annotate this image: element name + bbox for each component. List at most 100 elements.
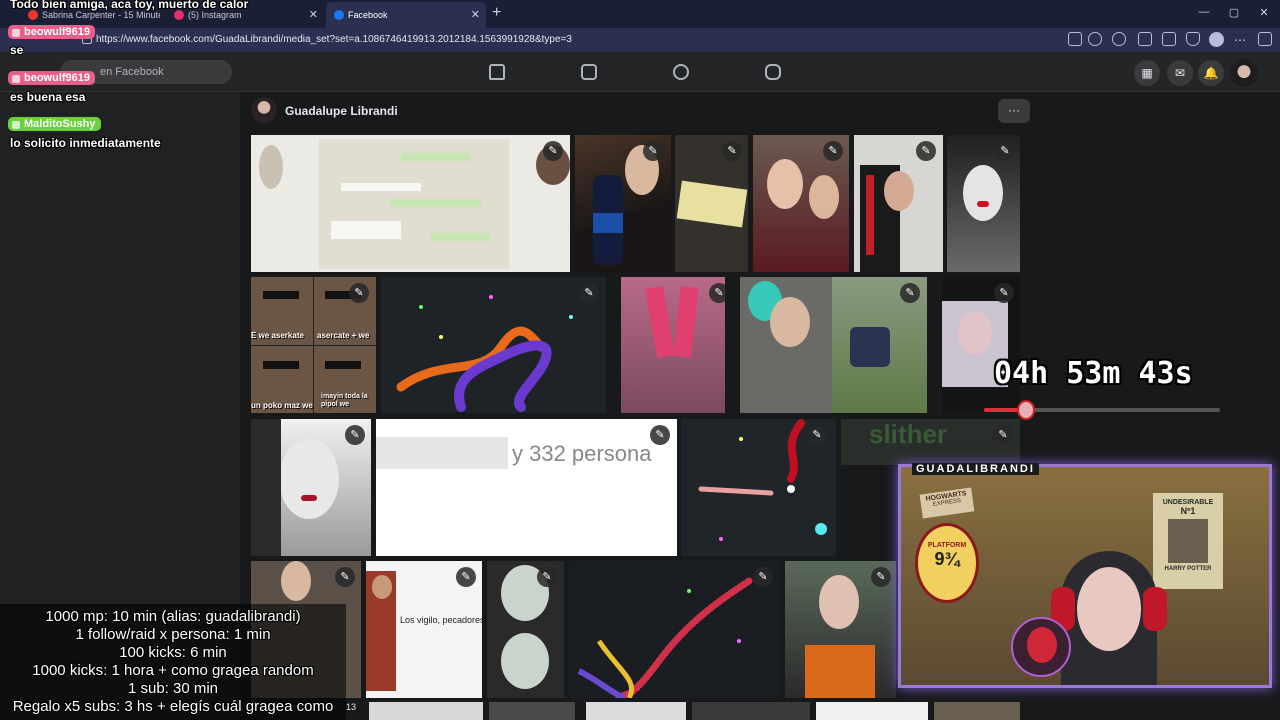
tab-favicon: [28, 10, 38, 20]
edit-photo-icon[interactable]: ✎: [722, 141, 742, 161]
photo-thumbnail[interactable]: [934, 702, 1020, 720]
photo-group[interactable]: ✎: [854, 135, 943, 272]
edit-photo-icon[interactable]: ✎: [537, 567, 557, 587]
edit-photo-icon[interactable]: ✎: [993, 425, 1013, 445]
notifications-button[interactable]: 🔔: [1198, 60, 1224, 86]
maximize-button[interactable]: ▢: [1224, 6, 1244, 19]
photo-thumbnail[interactable]: [586, 702, 686, 720]
edit-photo-icon[interactable]: ✎: [900, 283, 920, 303]
tab-favicon: [174, 10, 184, 20]
meme-caption: imayin toda la pipol we: [321, 393, 368, 408]
favorite-star-icon[interactable]: [1088, 32, 1102, 46]
photo-thumbnail[interactable]: [692, 702, 810, 720]
reader-icon[interactable]: [1068, 32, 1082, 46]
edit-photo-icon[interactable]: ✎: [994, 283, 1014, 303]
edit-photo-icon[interactable]: ✎: [753, 567, 773, 587]
photo-meme-sunglasses[interactable]: E we aserkate asercate + we un poko maz …: [251, 277, 376, 413]
edit-photo-icon[interactable]: ✎: [456, 567, 476, 587]
shield-icon[interactable]: [1186, 32, 1200, 46]
photo-slither-logo[interactable]: slither ✎: [841, 419, 1020, 465]
chat-username: beowulf9619: [8, 71, 96, 85]
messenger-button[interactable]: ✉: [1167, 60, 1193, 86]
photo-slither-game[interactable]: ✎: [381, 277, 606, 413]
edit-photo-icon[interactable]: ✎: [345, 425, 365, 445]
photo-jesus-meme[interactable]: Los vigilo, pecadores. ✎: [366, 561, 482, 698]
photo-portrait[interactable]: ✎: [942, 277, 1020, 413]
chat-username: beowulf9619: [8, 25, 96, 39]
poster-line: HARRY POTTER: [1164, 566, 1212, 572]
photo-ticket[interactable]: ✎: [675, 135, 748, 272]
photo-screenshot-text[interactable]: y 332 persona ✎: [376, 419, 677, 556]
platform-sign-number: 9¾: [934, 549, 960, 569]
platform-sign: PLATFORM 9¾: [915, 523, 979, 603]
edit-photo-icon[interactable]: ✎: [543, 141, 563, 161]
corner-number: 13: [346, 702, 357, 712]
chat-username: MalditoSushy: [8, 117, 101, 131]
account-avatar[interactable]: [1230, 59, 1258, 87]
more-options-button[interactable]: ···: [998, 99, 1030, 123]
photo-thumbnail[interactable]: [369, 702, 483, 720]
photo-feet-tiles[interactable]: ✎: [621, 277, 725, 413]
edit-photo-icon[interactable]: ✎: [916, 141, 936, 161]
chat-message: lo solicito inmediatamente: [10, 136, 161, 150]
meme-caption: Los vigilo, pecadores.: [400, 615, 482, 625]
photo-red-lips-bw[interactable]: ✎: [947, 135, 1020, 272]
close-window-button[interactable]: ✕: [1254, 6, 1274, 19]
edit-photo-icon[interactable]: ✎: [871, 567, 891, 587]
menu-grid-button[interactable]: ▦: [1134, 60, 1160, 86]
photo-slither-game-3[interactable]: ✎: [569, 561, 780, 698]
rule-line: 1000 mp: 10 min (alias: guadalibrandi): [45, 608, 301, 625]
photo-selfie-orange[interactable]: ✎: [785, 561, 896, 698]
edit-photo-icon[interactable]: ✎: [650, 425, 670, 445]
photo-thumbnail[interactable]: [489, 702, 575, 720]
photo-selfie-two-girls[interactable]: ✎: [753, 135, 849, 272]
facebook-favicon-icon: [334, 10, 344, 20]
photo-friends-park[interactable]: ✎: [740, 277, 927, 413]
new-tab-button[interactable]: +: [492, 4, 501, 22]
screenshot-text: y 332 persona: [512, 441, 652, 466]
edit-photo-icon[interactable]: ✎: [823, 141, 843, 161]
close-icon[interactable]: ✕: [309, 2, 318, 28]
poster-line: Nº1: [1180, 506, 1196, 516]
photo-pepsi-bottle[interactable]: ✎: [575, 135, 671, 272]
gaming-icon[interactable]: [765, 64, 781, 80]
url-field[interactable]: https://www.facebook.com/GuadaLibrandi/m…: [96, 34, 572, 45]
chat-username-badge: beowulf9619: [8, 68, 96, 86]
chat-username-badge: beowulf9619: [8, 22, 96, 40]
profile-avatar-icon[interactable]: [1209, 32, 1224, 47]
page-title[interactable]: Guadalupe Librandi: [285, 104, 398, 118]
marketplace-icon[interactable]: [581, 64, 597, 80]
tab-facebook[interactable]: Facebook ✕: [326, 2, 486, 28]
profile-avatar[interactable]: [251, 97, 277, 123]
refresh-icon[interactable]: [1112, 32, 1126, 46]
rule-line: 1 follow/raid x persona: 1 min: [75, 626, 271, 643]
stream-timer: 04h 53m 43s: [994, 356, 1193, 391]
photo-double-selfie[interactable]: ✎: [487, 561, 564, 698]
webcam-frame: PLATFORM 9¾ HOGWARTS EXPRESS UNDESIRABLE…: [898, 464, 1272, 688]
meme-caption: un poko maz we: [251, 401, 313, 410]
photo-bw-lips[interactable]: ✎: [251, 419, 371, 556]
photo-chat-screenshot[interactable]: ✎: [251, 135, 570, 272]
groups-icon[interactable]: [673, 64, 689, 80]
meme-caption: E we aserkate: [251, 331, 304, 340]
favorites-icon[interactable]: [1162, 32, 1176, 46]
photo-slither-game-2[interactable]: ✎: [681, 419, 836, 556]
edit-photo-icon[interactable]: ✎: [995, 141, 1015, 161]
photo-thumbnail[interactable]: [816, 702, 928, 720]
sidebar-toggle-icon[interactable]: [1258, 32, 1272, 46]
edit-photo-icon[interactable]: ✎: [335, 567, 355, 587]
poster-line: UNDESIRABLE: [1162, 499, 1214, 506]
home-icon[interactable]: [489, 64, 505, 80]
platform-sign-title: PLATFORM: [927, 542, 967, 549]
edit-photo-icon[interactable]: ✎: [807, 425, 827, 445]
close-icon[interactable]: ✕: [471, 2, 480, 28]
rule-line: 1 sub: 30 min: [127, 680, 219, 697]
browser-menu-button[interactable]: ⋯: [1234, 33, 1246, 47]
meme-caption: asercate + we: [317, 331, 370, 340]
edit-photo-icon[interactable]: ✎: [643, 141, 663, 161]
edit-photo-icon[interactable]: ✎: [709, 283, 725, 303]
minimize-button[interactable]: —: [1194, 6, 1214, 18]
extension-icon[interactable]: [1138, 32, 1152, 46]
edit-photo-icon[interactable]: ✎: [579, 283, 599, 303]
edit-photo-icon[interactable]: ✎: [349, 283, 369, 303]
